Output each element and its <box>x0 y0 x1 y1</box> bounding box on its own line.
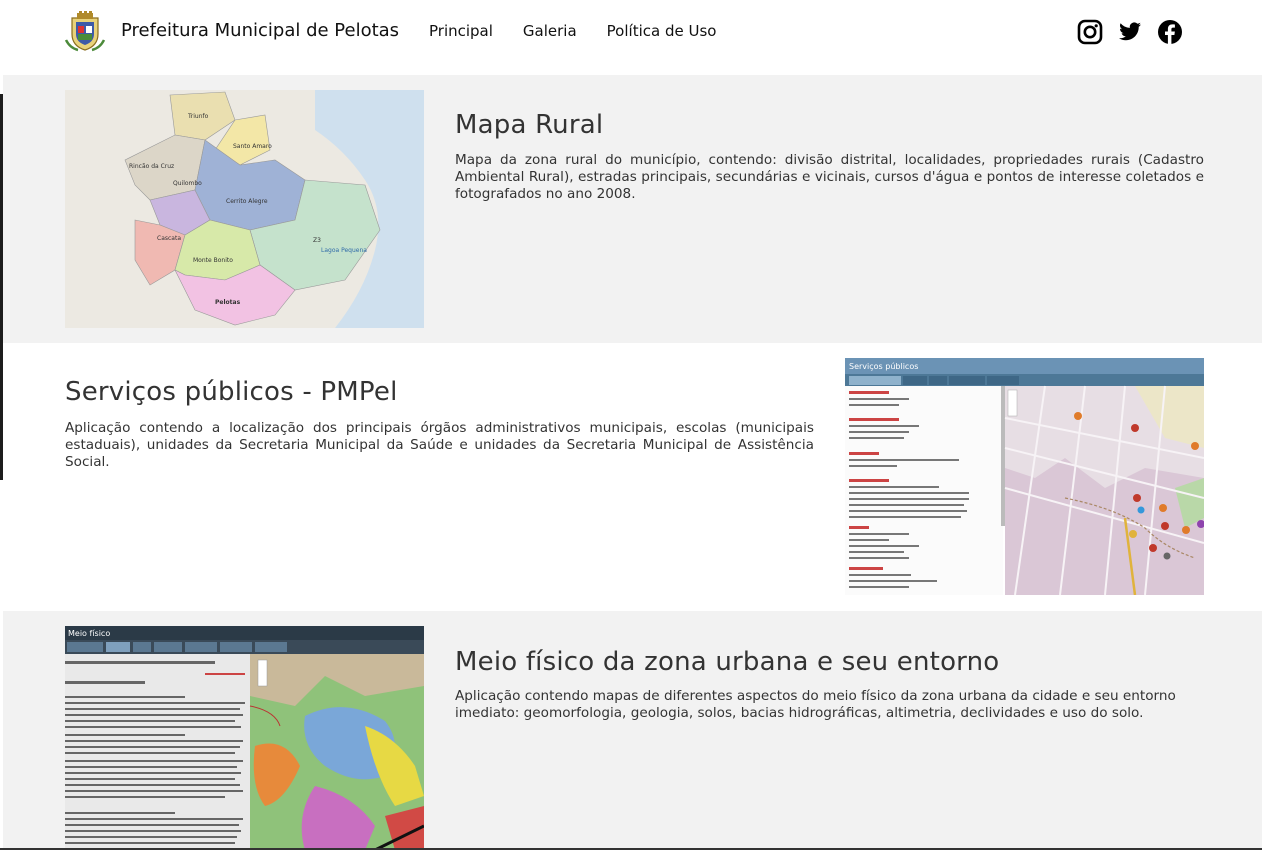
app-title-meio-fisico: Meio físico <box>68 629 110 638</box>
social-links <box>1077 19 1183 45</box>
nav-galeria[interactable]: Galeria <box>523 22 577 40</box>
map-label-quilombo: Quilombo <box>173 180 202 187</box>
meio-fisico-app-thumbnail[interactable]: Meio físico <box>65 626 424 850</box>
instagram-icon[interactable] <box>1077 19 1103 45</box>
facebook-icon[interactable] <box>1157 19 1183 45</box>
card-description-servicos-publicos: Aplicação contendo a localização dos pri… <box>65 420 814 470</box>
map-label-cerrito-alegre: Cerrito Alegre <box>226 198 268 205</box>
map-label-santo-amaro: Santo Amaro <box>233 143 272 150</box>
nav-principal[interactable]: Principal <box>429 22 493 40</box>
map-label-rincao-da-cruz: Rincão da Cruz <box>129 163 174 170</box>
card-meio-fisico: Meio físico Meio físico da zona urbana e… <box>3 611 1262 850</box>
card-description-mapa-rural: Mapa da zona rural do município, contend… <box>455 152 1204 202</box>
card-description-meio-fisico: Aplicação contendo mapas de diferentes a… <box>455 688 1176 721</box>
app-title-servicos: Serviços públicos <box>849 362 918 371</box>
nav-politica-de-uso[interactable]: Política de Uso <box>607 22 717 40</box>
map-label-lagoa-pequena: Lagoa Pequena <box>321 247 367 254</box>
map-label-monte-bonito: Monte Bonito <box>193 257 233 264</box>
card-title-meio-fisico[interactable]: Meio físico da zona urbana e seu entorno <box>455 647 999 677</box>
main-nav: Principal Galeria Política de Uso <box>429 22 716 40</box>
card-servicos-publicos: Serviços públicos - PMPel Aplicação cont… <box>3 343 1262 611</box>
site-title[interactable]: Prefeitura Municipal de Pelotas <box>121 20 399 41</box>
map-label-triunfo: Triunfo <box>187 113 209 120</box>
coat-of-arms-logo[interactable] <box>64 10 106 52</box>
rural-map-thumbnail[interactable]: Triunfo Santo Amaro Rincão da Cruz Quilo… <box>65 90 424 328</box>
card-title-servicos-publicos[interactable]: Serviços públicos - PMPel <box>65 377 398 407</box>
site-header: Prefeitura Municipal de Pelotas Principa… <box>0 0 1262 66</box>
map-label-pelotas: Pelotas <box>215 299 241 306</box>
card-title-mapa-rural[interactable]: Mapa Rural <box>455 110 603 140</box>
card-mapa-rural: Triunfo Santo Amaro Rincão da Cruz Quilo… <box>3 75 1262 343</box>
map-label-z3: Z3 <box>313 237 321 244</box>
servicos-publicos-app-thumbnail[interactable]: Serviços públicos <box>845 358 1204 595</box>
map-label-cascata: Cascata <box>157 235 181 242</box>
twitter-icon[interactable] <box>1117 19 1143 45</box>
